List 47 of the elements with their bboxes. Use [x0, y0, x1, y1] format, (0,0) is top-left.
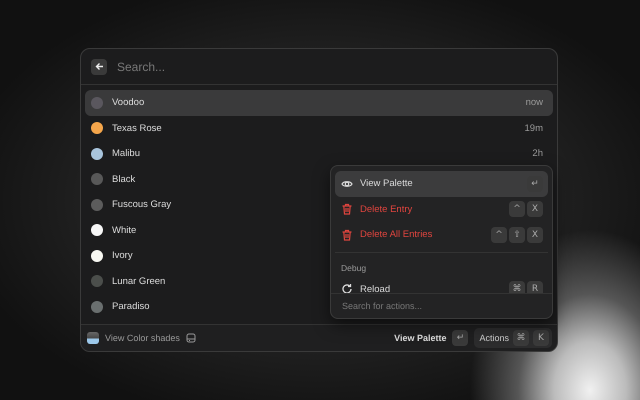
trash-icon [341, 203, 353, 216]
color-name: Ivory [112, 250, 133, 262]
key-cap: ↵ [452, 330, 468, 346]
key-cap: ^ [509, 201, 525, 218]
key-cap: ⌘ [513, 330, 529, 346]
key-cap: ^ [491, 226, 507, 243]
time-label: 2h [532, 148, 543, 160]
swatch-icon [87, 332, 99, 344]
action-item[interactable]: Reload ⌘ R [335, 276, 548, 293]
time-label: 19m [524, 122, 543, 134]
key-cap: ↵ [527, 176, 543, 192]
section-title: Debug [340, 262, 368, 275]
color-name: Voodoo [112, 97, 144, 108]
key-cap: ⇧ [509, 226, 525, 243]
color-list-item[interactable]: Texas Rose 19m [85, 116, 553, 141]
key-cap: X [527, 226, 543, 243]
back-button[interactable] [91, 58, 107, 74]
key-cap: ⌘ [509, 281, 525, 293]
color-list-item[interactable]: Voodoo now [85, 90, 553, 116]
footer-title: View Color shades [105, 333, 180, 343]
key-cap: X [527, 201, 543, 218]
color-name: Fuscous Gray [112, 199, 172, 210]
color-list-item[interactable]: Malibu 2h [85, 141, 553, 166]
reload-icon [341, 283, 353, 293]
time-label: now [526, 97, 543, 108]
action-item[interactable]: View Palette ↵ [335, 171, 548, 196]
tray-icon [186, 333, 196, 343]
primary-action-label[interactable]: View Palette [394, 333, 446, 343]
color-name: Black [112, 174, 136, 185]
action-item[interactable]: Delete All Entries ^ ⇧ X [335, 222, 548, 248]
actions-search-field[interactable]: Search for actions... [340, 300, 543, 312]
color-name: Lunar Green [112, 276, 166, 287]
key-cap: K [533, 330, 549, 346]
color-name: White [112, 224, 136, 236]
left-arrow-icon [94, 62, 104, 71]
action-label: Delete Entry [360, 204, 414, 215]
trash-icon [341, 228, 353, 241]
action-label: View Palette [360, 178, 414, 190]
actions-button[interactable]: Actions ⌘ K [474, 328, 552, 348]
action-label: Reload [360, 284, 392, 293]
color-name: Malibu [112, 148, 140, 160]
color-name: Texas Rose [112, 122, 162, 134]
key-cap: R [527, 281, 543, 293]
action-label: Delete All Entries [360, 229, 434, 240]
color-name: Paradiso [112, 301, 150, 312]
search-field[interactable]: Search... [115, 58, 547, 74]
action-item[interactable]: Delete Entry ^ X [335, 196, 548, 222]
